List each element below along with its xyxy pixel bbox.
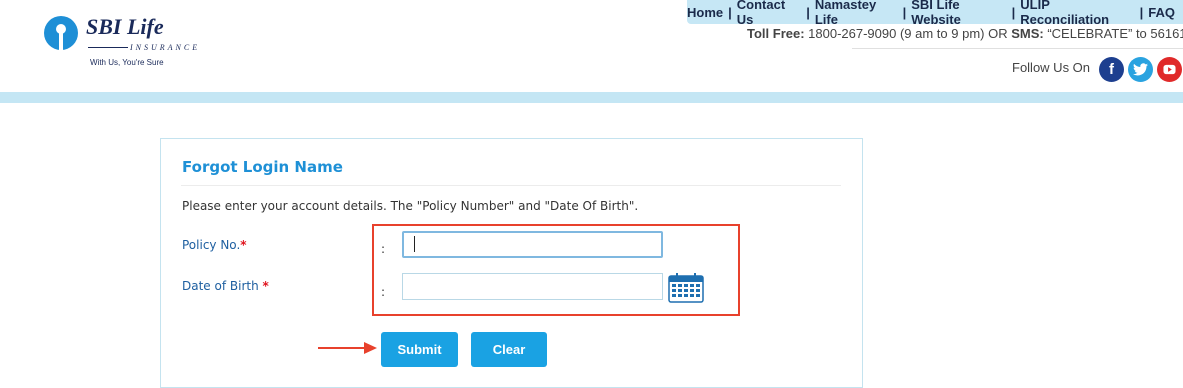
- sbi-logo-icon: [44, 16, 78, 50]
- nav-namastey-life[interactable]: Namastey Life: [815, 0, 898, 27]
- twitter-icon[interactable]: [1128, 57, 1153, 82]
- sbi-life-logo[interactable]: SBI Life INSURANCE With Us, You're Sure: [44, 14, 197, 70]
- nav-separator: |: [728, 4, 732, 20]
- date-of-birth-label: Date of Birth *: [182, 279, 269, 293]
- nav-faq[interactable]: FAQ: [1148, 5, 1175, 20]
- nav-sbi-life-website[interactable]: SBI Life Website: [911, 0, 1006, 27]
- nav-separator: |: [902, 4, 907, 20]
- top-navigation: Home | Contact Us | Namastey Life | SBI …: [687, 0, 1183, 27]
- logo-subtitle: INSURANCE: [130, 43, 201, 52]
- nav-ulip-reconciliation[interactable]: ULIP Reconciliation: [1020, 0, 1134, 27]
- facebook-icon[interactable]: f: [1099, 57, 1124, 82]
- form-description: Please enter your account details. The "…: [182, 199, 639, 213]
- follow-us-label: Follow Us On: [1012, 60, 1091, 75]
- header-divider: [852, 48, 1183, 49]
- contact-info: Toll Free: 1800-267-9090 (9 am to 9 pm) …: [747, 26, 1183, 41]
- logo-tagline: With Us, You're Sure: [90, 58, 164, 67]
- nav-separator: |: [806, 4, 810, 20]
- nav-separator: |: [1011, 4, 1016, 20]
- highlight-annotation-box: [372, 224, 740, 316]
- nav-contact-us[interactable]: Contact Us: [737, 0, 801, 27]
- header-band: [0, 92, 1183, 103]
- sms-text: “CELEBRATE” to 56161: [1043, 26, 1183, 41]
- nav-separator: |: [1139, 4, 1144, 20]
- toll-free-label: Toll Free:: [747, 26, 805, 41]
- sms-label: SMS:: [1011, 26, 1044, 41]
- title-divider: [181, 185, 841, 186]
- youtube-icon[interactable]: [1157, 57, 1182, 82]
- toll-free-number: 1800-267-9090 (9 am to 9 pm) OR: [804, 26, 1012, 41]
- policy-number-label: Policy No.*: [182, 238, 247, 252]
- nav-home[interactable]: Home: [687, 5, 723, 20]
- forgot-login-panel: Forgot Login Name Please enter your acco…: [160, 138, 863, 388]
- policy-label-text: Policy No.: [182, 238, 241, 252]
- clear-button[interactable]: Clear: [471, 332, 547, 367]
- dob-label-text: Date of Birth: [182, 279, 263, 293]
- required-marker: *: [240, 238, 247, 252]
- site-header: SBI Life INSURANCE With Us, You're Sure …: [0, 0, 1183, 92]
- logo-divider: [88, 47, 128, 48]
- required-marker: *: [262, 279, 269, 293]
- submit-button[interactable]: Submit: [381, 332, 458, 367]
- pointer-arrow-icon: [318, 342, 377, 354]
- form-title: Forgot Login Name: [182, 158, 343, 176]
- logo-title: SBI Life: [86, 14, 164, 39]
